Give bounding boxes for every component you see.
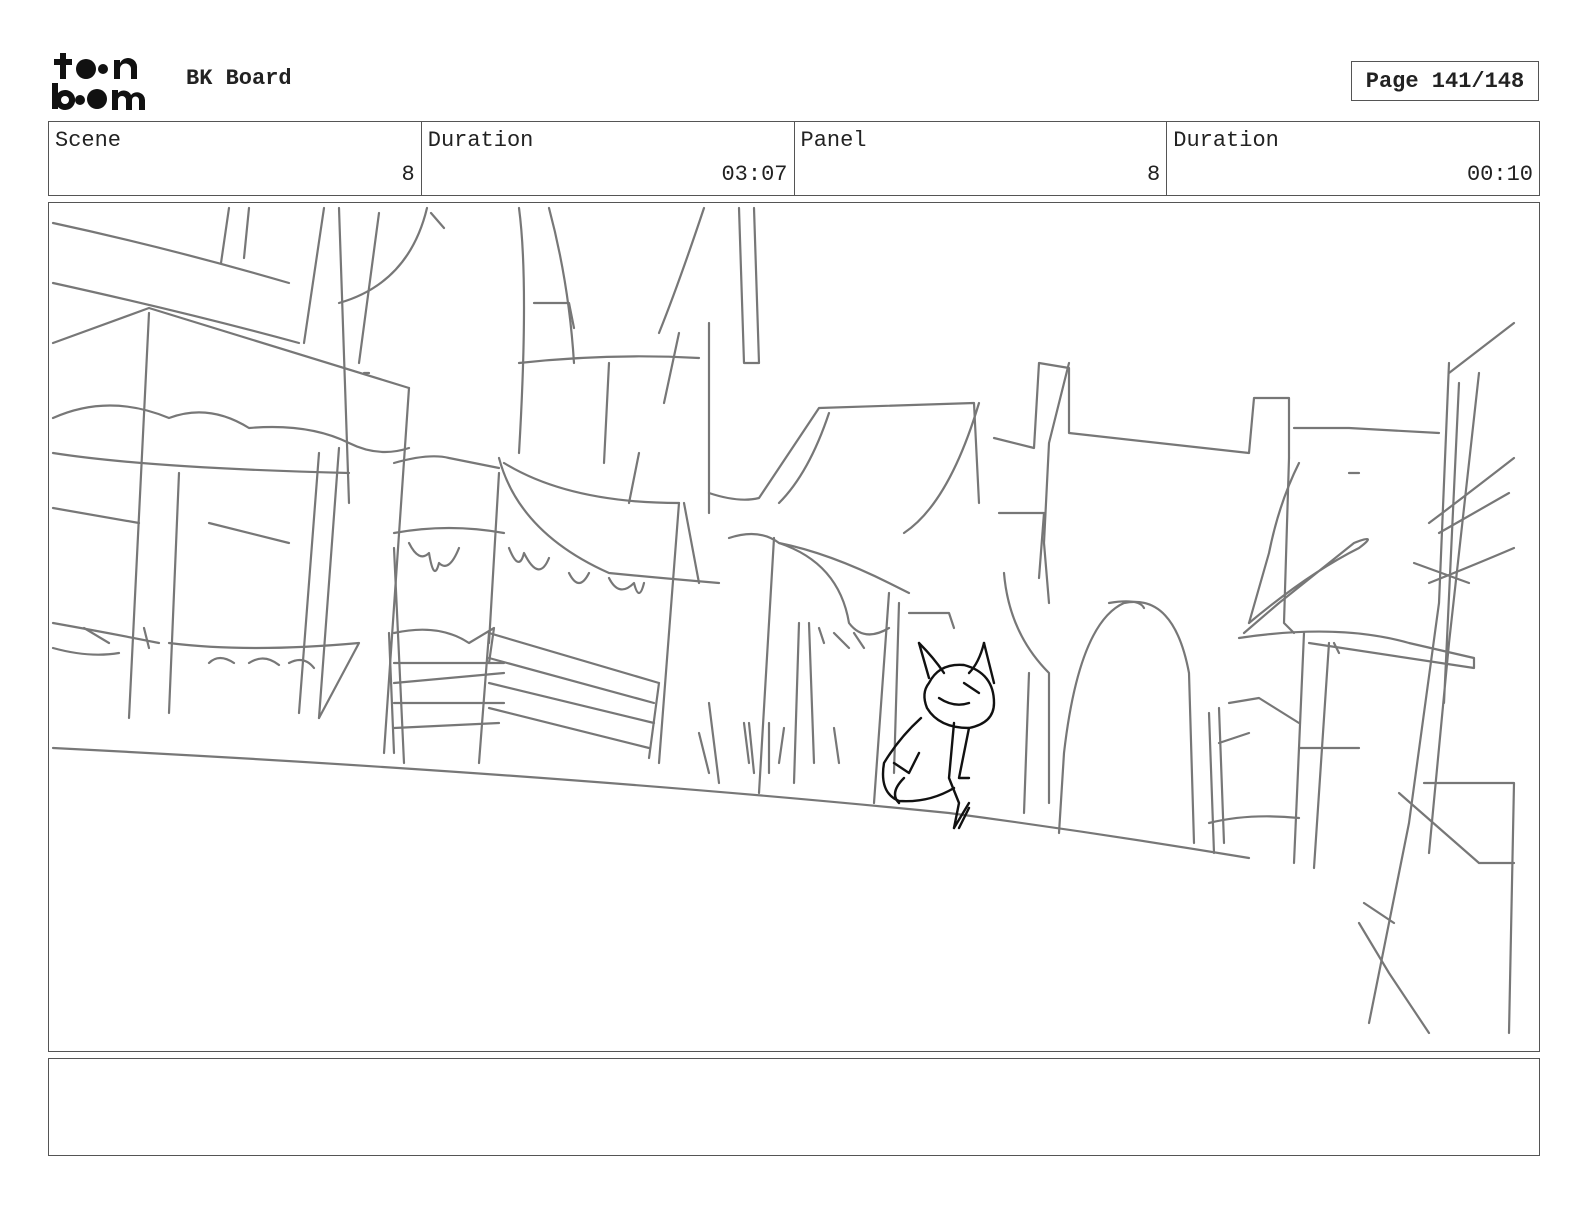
panel-duration-label: Duration bbox=[1173, 128, 1279, 153]
ground-line bbox=[51, 746, 1251, 860]
notes-area bbox=[48, 1058, 1540, 1156]
toon-boom-logo bbox=[50, 50, 166, 112]
panel-duration-value: 00:10 bbox=[1466, 162, 1533, 187]
project-title: BK Board bbox=[186, 66, 292, 91]
panel-label: Panel bbox=[800, 128, 867, 153]
scene-label: Scene bbox=[55, 128, 122, 153]
panel-value: 8 bbox=[1147, 162, 1161, 187]
scene-duration-label: Duration bbox=[427, 128, 534, 153]
page-indicator: Page 141/148 bbox=[1351, 61, 1539, 101]
scene-cell: Scene 8 bbox=[49, 122, 422, 195]
scene-duration-value: 03:07 bbox=[721, 162, 788, 187]
scene-duration-cell: Duration 03:07 bbox=[422, 122, 795, 195]
panel-duration-cell: Duration 00:10 bbox=[1167, 122, 1539, 195]
panel-cell: Panel 8 bbox=[795, 122, 1168, 195]
scene-info-table: Scene 8 Duration 03:07 Panel 8 Duration … bbox=[48, 121, 1540, 196]
character-sketch bbox=[881, 641, 996, 830]
storyboard-panel bbox=[48, 202, 1540, 1052]
panel-sketch bbox=[51, 206, 1516, 1035]
scene-value: 8 bbox=[401, 162, 415, 187]
